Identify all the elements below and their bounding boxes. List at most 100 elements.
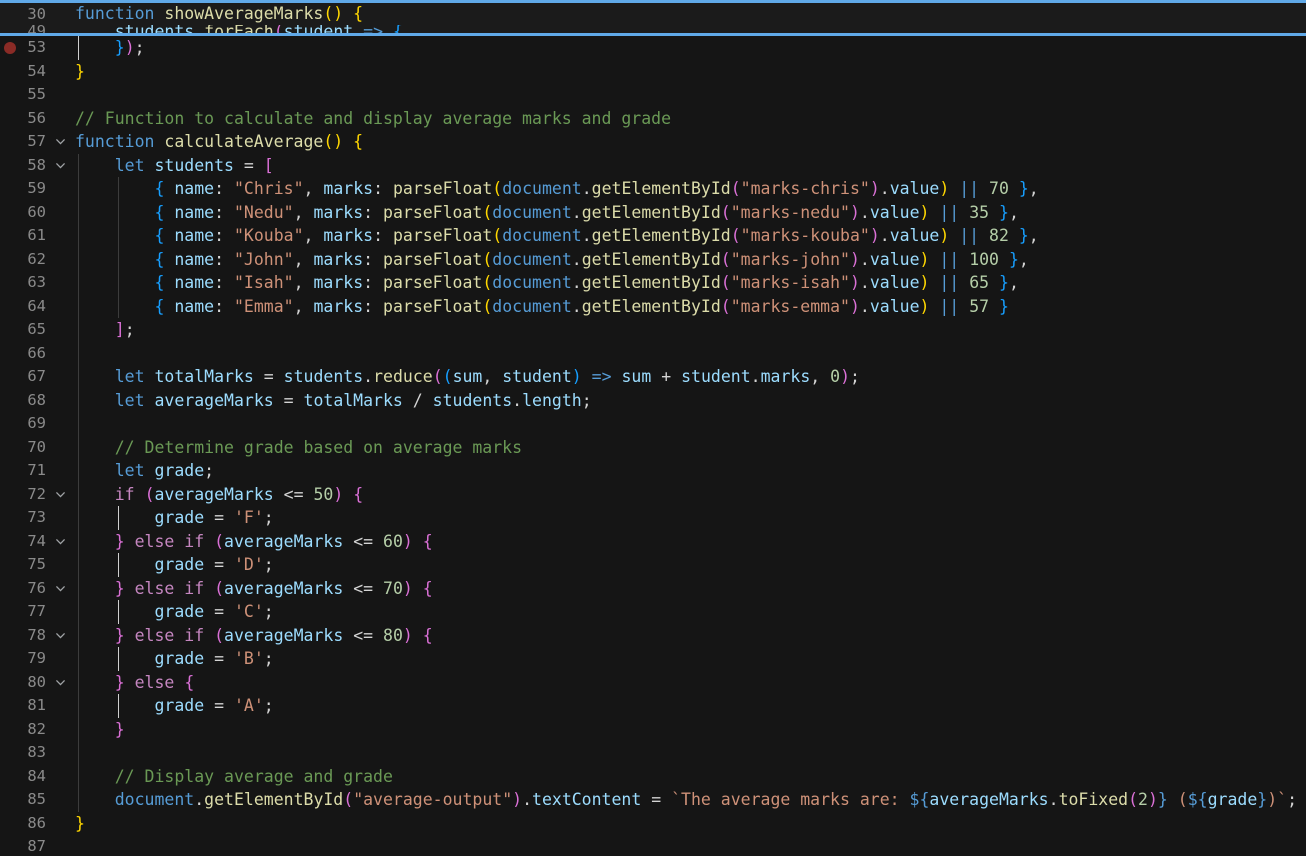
code-line[interactable]: 68 let averageMarks = totalMarks / stude… (0, 389, 1306, 413)
breakpoint-gutter[interactable] (0, 36, 20, 60)
code-text[interactable]: let grade; (75, 459, 214, 483)
code-line[interactable]: 53 }); (0, 36, 1306, 60)
code-text[interactable]: students.forEach(student => { (75, 25, 403, 33)
breakpoint-gutter[interactable] (0, 224, 20, 248)
fold-chevron-icon[interactable] (46, 624, 75, 648)
breakpoint-gutter[interactable] (0, 577, 20, 601)
line-number[interactable]: 66 (20, 342, 46, 366)
breakpoint-gutter[interactable] (0, 506, 20, 530)
code-text[interactable]: grade = 'F'; (75, 506, 273, 530)
breakpoint-gutter[interactable] (0, 271, 20, 295)
fold-chevron-icon[interactable] (46, 154, 75, 178)
breakpoint-gutter[interactable] (0, 248, 20, 272)
breakpoint-gutter[interactable] (0, 671, 20, 695)
line-number[interactable]: 69 (20, 412, 46, 436)
breakpoint-gutter[interactable] (0, 718, 20, 742)
code-line[interactable]: 81 grade = 'A'; (0, 694, 1306, 718)
line-number[interactable]: 62 (20, 248, 46, 272)
breakpoint-gutter[interactable] (0, 3, 20, 25)
breakpoint-gutter[interactable] (0, 83, 20, 107)
breakpoint-gutter[interactable] (0, 342, 20, 366)
line-number[interactable]: 72 (20, 483, 46, 507)
code-line[interactable]: 75 grade = 'D'; (0, 553, 1306, 577)
code-text[interactable]: { name: "Isah", marks: parseFloat(docume… (75, 271, 1018, 295)
code-text[interactable]: { name: "John", marks: parseFloat(docume… (75, 248, 1028, 272)
line-number[interactable]: 61 (20, 224, 46, 248)
code-line[interactable]: 77 grade = 'C'; (0, 600, 1306, 624)
line-number[interactable]: 64 (20, 295, 46, 319)
breakpoint-gutter[interactable] (0, 741, 20, 765)
breakpoint-gutter[interactable] (0, 318, 20, 342)
code-text[interactable]: let averageMarks = totalMarks / students… (75, 389, 592, 413)
line-number[interactable]: 63 (20, 271, 46, 295)
code-text[interactable]: // Determine grade based on average mark… (75, 436, 522, 460)
code-line[interactable]: 69 (0, 412, 1306, 436)
line-number[interactable]: 86 (20, 812, 46, 836)
code-line[interactable]: 64 { name: "Emma", marks: parseFloat(doc… (0, 295, 1306, 319)
line-number[interactable]: 55 (20, 83, 46, 107)
breakpoint-gutter[interactable] (0, 812, 20, 836)
line-number[interactable]: 54 (20, 60, 46, 84)
code-text[interactable]: }); (75, 36, 145, 60)
sticky-line[interactable]: 49 students.forEach(student => { (0, 25, 1306, 33)
breakpoint-gutter[interactable] (0, 600, 20, 624)
code-text[interactable]: grade = 'D'; (75, 553, 273, 577)
breakpoint-gutter[interactable] (0, 436, 20, 460)
code-line[interactable]: 87 (0, 835, 1306, 856)
code-text[interactable]: { name: "Chris", marks: parseFloat(docum… (75, 177, 1038, 201)
line-number[interactable]: 74 (20, 530, 46, 554)
breakpoint-gutter[interactable] (0, 483, 20, 507)
code-text[interactable]: // Function to calculate and display ave… (75, 107, 671, 131)
code-line[interactable]: 71 let grade; (0, 459, 1306, 483)
breakpoint-gutter[interactable] (0, 412, 20, 436)
code-line[interactable]: 62 { name: "John", marks: parseFloat(doc… (0, 248, 1306, 272)
line-number[interactable]: 75 (20, 553, 46, 577)
code-line[interactable]: 73 grade = 'F'; (0, 506, 1306, 530)
code-line[interactable]: 67 let totalMarks = students.reduce((sum… (0, 365, 1306, 389)
line-number[interactable]: 85 (20, 788, 46, 812)
line-number[interactable]: 57 (20, 130, 46, 154)
sticky-scroll[interactable]: 30function showAverageMarks() {49 studen… (0, 0, 1306, 36)
code-line[interactable]: 83 (0, 741, 1306, 765)
code-line[interactable]: 56 // Function to calculate and display a… (0, 107, 1306, 131)
code-text[interactable]: { name: "Nedu", marks: parseFloat(docume… (75, 201, 1018, 225)
line-number[interactable]: 78 (20, 624, 46, 648)
code-text[interactable]: } (75, 60, 85, 84)
code-text[interactable]: let students = [ (75, 154, 274, 178)
line-number[interactable]: 82 (20, 718, 46, 742)
code-line[interactable]: 70 // Determine grade based on average m… (0, 436, 1306, 460)
code-text[interactable]: } else if (averageMarks <= 60) { (75, 530, 433, 554)
code-text[interactable]: // Display average and grade (75, 765, 393, 789)
code-line[interactable]: 65 ]; (0, 318, 1306, 342)
breakpoint-gutter[interactable] (0, 788, 20, 812)
line-number[interactable]: 58 (20, 154, 46, 178)
code-line[interactable]: 63 { name: "Isah", marks: parseFloat(doc… (0, 271, 1306, 295)
breakpoint-gutter[interactable] (0, 389, 20, 413)
code-text[interactable]: grade = 'A'; (75, 694, 273, 718)
code-text[interactable]: function calculateAverage() { (75, 130, 363, 154)
code-text[interactable]: } (75, 718, 125, 742)
breakpoint-gutter[interactable] (0, 130, 20, 154)
code-line[interactable]: 79 grade = 'B'; (0, 647, 1306, 671)
code-text[interactable]: ]; (75, 318, 135, 342)
code-line[interactable]: 76 } else if (averageMarks <= 70) { (0, 577, 1306, 601)
line-number[interactable]: 59 (20, 177, 46, 201)
line-number[interactable]: 87 (20, 835, 46, 856)
fold-chevron-icon[interactable] (46, 577, 75, 601)
code-text[interactable]: { name: "Kouba", marks: parseFloat(docum… (75, 224, 1038, 248)
code-text[interactable]: } else { (75, 671, 195, 695)
line-number[interactable]: 49 (20, 25, 46, 33)
breakpoint-gutter[interactable] (0, 530, 20, 554)
line-number[interactable]: 70 (20, 436, 46, 460)
code-text[interactable]: { name: "Emma", marks: parseFloat(docume… (75, 295, 1008, 319)
code-line[interactable]: 84 // Display average and grade (0, 765, 1306, 789)
breakpoint-icon[interactable] (4, 41, 16, 54)
line-number[interactable]: 68 (20, 389, 46, 413)
breakpoint-gutter[interactable] (0, 647, 20, 671)
sticky-line[interactable]: 30 function showAverageMarks() { (0, 3, 1306, 25)
code-line[interactable]: 66 (0, 342, 1306, 366)
code-text[interactable]: grade = 'C'; (75, 600, 273, 624)
code-line[interactable]: 55 (0, 83, 1306, 107)
code-line[interactable]: 78 } else if (averageMarks <= 80) { (0, 624, 1306, 648)
breakpoint-gutter[interactable] (0, 201, 20, 225)
